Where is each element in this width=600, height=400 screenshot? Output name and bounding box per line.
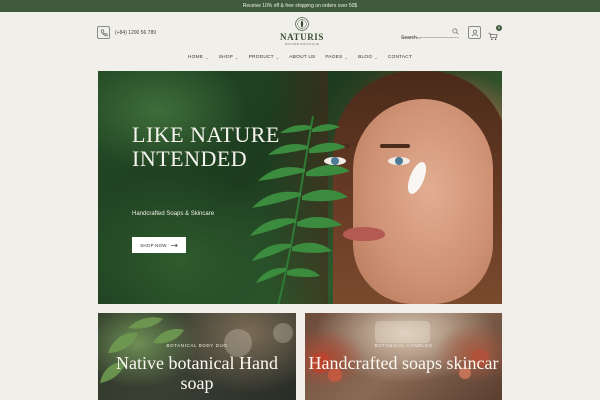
nav-item-label: PAGES xyxy=(325,55,343,60)
nav-item-label: SHOP xyxy=(218,55,234,60)
nav-item-label: ABOUT US xyxy=(289,55,316,60)
hero-title: LIKE NATURE INTENDED xyxy=(132,122,280,171)
chevron-down-icon: ⌄ xyxy=(205,55,209,60)
phone-number: (+84) 1200 56 789 xyxy=(115,29,157,36)
promo-card-skincare[interactable]: BOTANICAL CANDLES Handcrafted soaps skin… xyxy=(305,313,502,400)
nav-item-pages[interactable]: PAGES ⌄ xyxy=(325,55,348,60)
hero-subtitle: Handcrafted Soaps & Skincare xyxy=(132,211,215,217)
chevron-down-icon: ⌄ xyxy=(275,55,280,60)
nav-item-home[interactable]: HOME ⌄ xyxy=(188,55,209,60)
hero-image-brow-right xyxy=(380,144,410,148)
nav-item-product[interactable]: PRODUCT ⌄ xyxy=(249,55,280,60)
phone-contact[interactable]: (+84) 1200 56 789 xyxy=(97,26,156,39)
hero-image-eye-right xyxy=(388,157,410,165)
promo-bar: Receive 10% off & free shipping on order… xyxy=(0,0,600,12)
nav-item-label: BLOG xyxy=(358,55,373,60)
card-title: Handcrafted soaps skincar xyxy=(308,353,499,373)
search-icon[interactable] xyxy=(452,28,459,35)
logo-name: NATURIS xyxy=(279,32,325,42)
promo-card-hand-soap[interactable]: BOTANICAL BODY DUO Native botanical Hand… xyxy=(98,313,296,400)
main-nav: HOME ⌄ SHOP ⌄ PRODUCT ⌄ ABOUT US PAGES ⌄ BLO… xyxy=(0,55,600,60)
shop-now-button[interactable]: SHOP NOW xyxy=(132,237,186,253)
user-icon xyxy=(471,29,478,36)
nav-item-shop[interactable]: SHOP ⌄ xyxy=(219,55,239,60)
nav-item-contact[interactable]: CONTACT xyxy=(388,55,412,60)
phone-icon xyxy=(97,26,110,39)
chevron-down-icon: ⌄ xyxy=(374,55,378,60)
nav-item-blog[interactable]: BLOG ⌄ xyxy=(358,55,378,60)
cart-icon xyxy=(488,32,498,41)
hero-banner: LIKE NATURE INTENDED Handcrafted Soaps &… xyxy=(98,71,502,304)
logo-icon xyxy=(295,17,309,31)
logo-tagline: NATURE BOUTIQUE xyxy=(284,42,320,46)
account-button[interactable] xyxy=(468,26,481,39)
card-tag: BOTANICAL BODY DUO xyxy=(166,343,228,348)
arrow-right-icon xyxy=(170,243,178,247)
cart-count-badge: 0 xyxy=(496,25,502,31)
hero-image-face xyxy=(353,99,493,304)
search-box[interactable] xyxy=(401,26,459,44)
chevron-down-icon: ⌄ xyxy=(235,55,239,60)
nav-item-label: CONTACT xyxy=(387,55,413,60)
cart-button[interactable]: 0 xyxy=(488,25,502,46)
card-tag: BOTANICAL CANDLES xyxy=(374,343,433,348)
card-title: Native botanical Hand soap xyxy=(116,353,278,393)
nav-item-about[interactable]: ABOUT US xyxy=(289,55,315,60)
nav-item-label: PRODUCT xyxy=(248,55,274,60)
chevron-down-icon: ⌄ xyxy=(344,55,349,60)
site-logo[interactable]: NATURIS NATURE BOUTIQUE xyxy=(274,16,330,46)
shop-now-label: SHOP NOW xyxy=(140,242,167,248)
nav-item-label: HOME xyxy=(187,55,204,60)
search-input[interactable] xyxy=(401,32,451,44)
